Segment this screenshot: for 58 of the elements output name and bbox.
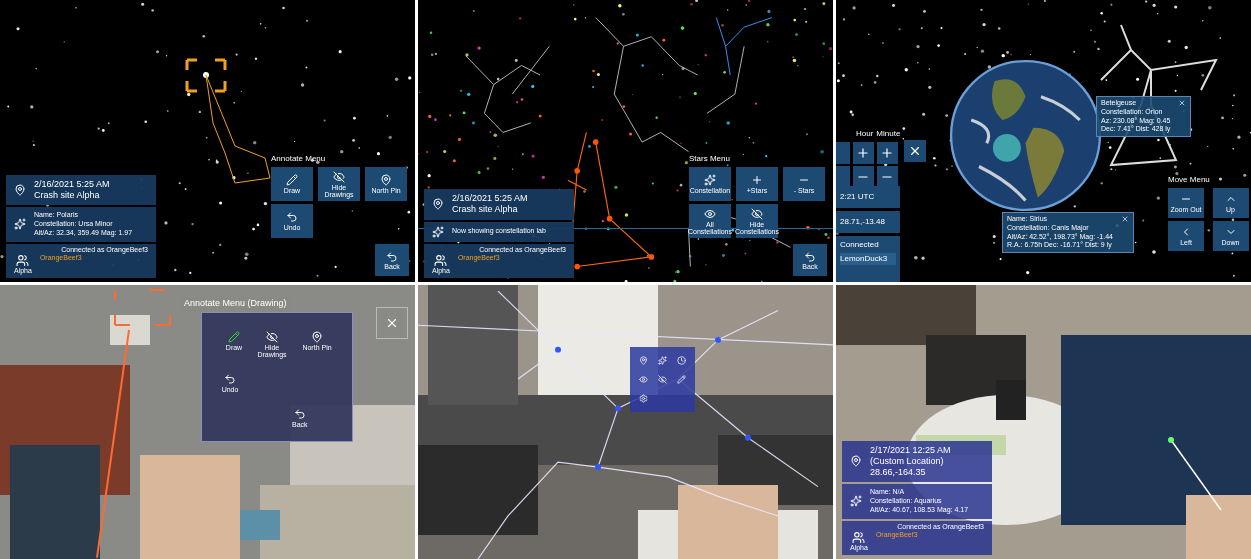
map-pin-icon: [432, 198, 444, 211]
menu-title: Move Menu: [1168, 174, 1211, 186]
pencil-icon: [286, 174, 298, 186]
stars-icon: [432, 225, 444, 238]
close-icon: [908, 144, 922, 158]
settings-icon: [638, 394, 648, 404]
increase-hour-button[interactable]: [852, 142, 874, 164]
coordinates: 28.66,-164.35: [870, 467, 927, 479]
eye-off-icon: [751, 207, 763, 220]
decrease-minute-button[interactable]: [876, 166, 898, 188]
back-arrow-icon: [293, 408, 306, 420]
menu-title: Annotate Menu: [271, 153, 327, 165]
coordinates-readout[interactable]: 28.71,-13.48: [836, 211, 900, 233]
map-pin-icon: [311, 331, 323, 343]
location-name: Crash site Alpha: [34, 190, 101, 202]
pencil-icon: [228, 331, 240, 343]
map-pin-icon: [638, 355, 648, 365]
time-label: Minute: [876, 128, 899, 140]
close-icon[interactable]: [1121, 215, 1129, 223]
eye-off-icon: [266, 331, 278, 343]
date-time: 2/17/2021 12:25 AM: [870, 444, 951, 456]
menu-title: Stars Menu: [689, 153, 731, 165]
clock-icon: [677, 355, 687, 365]
date-time: 2/16/2021 5:25 AM: [34, 178, 110, 190]
stars-icon: [14, 218, 26, 231]
location-name: Crash site Alpha: [452, 204, 519, 216]
close-icon: [385, 316, 399, 330]
close-button[interactable]: [904, 140, 926, 162]
map-pin-icon: [380, 174, 392, 186]
back-arrow-icon: [804, 250, 816, 263]
plus-icon: [751, 174, 763, 186]
time-readout[interactable]: 2:21 UTC: [836, 186, 900, 208]
undo-icon: [224, 373, 236, 385]
users-icon: [16, 254, 30, 268]
stars-icon: [658, 355, 667, 365]
eye-off-icon: [333, 170, 345, 183]
decrease-hour-button[interactable]: [852, 166, 874, 188]
close-icon[interactable]: [1178, 99, 1187, 107]
plus-icon: [856, 146, 871, 160]
eye-icon: [638, 375, 648, 384]
connection-status: Connected: [840, 239, 880, 251]
date-time: 2/16/2021 5:25 AM: [452, 193, 528, 205]
eye-off-icon: [658, 375, 667, 384]
pencil-icon: [677, 375, 687, 384]
increase-minute-button[interactable]: [876, 142, 898, 164]
users-icon: [852, 531, 866, 545]
user-name: LemonDuck3: [840, 253, 896, 265]
stars-icon: [704, 174, 716, 186]
eye-icon: [704, 207, 716, 220]
map-pin-icon: [850, 455, 862, 468]
plus-icon: [880, 146, 895, 160]
map-pin-icon: [14, 184, 26, 196]
users-icon: [434, 254, 448, 268]
undo-icon: [286, 211, 298, 223]
location-name: (Custom Location): [870, 455, 945, 467]
back-arrow-icon: [386, 250, 398, 263]
time-label: Hour: [856, 128, 874, 140]
stars-icon: [850, 495, 862, 508]
